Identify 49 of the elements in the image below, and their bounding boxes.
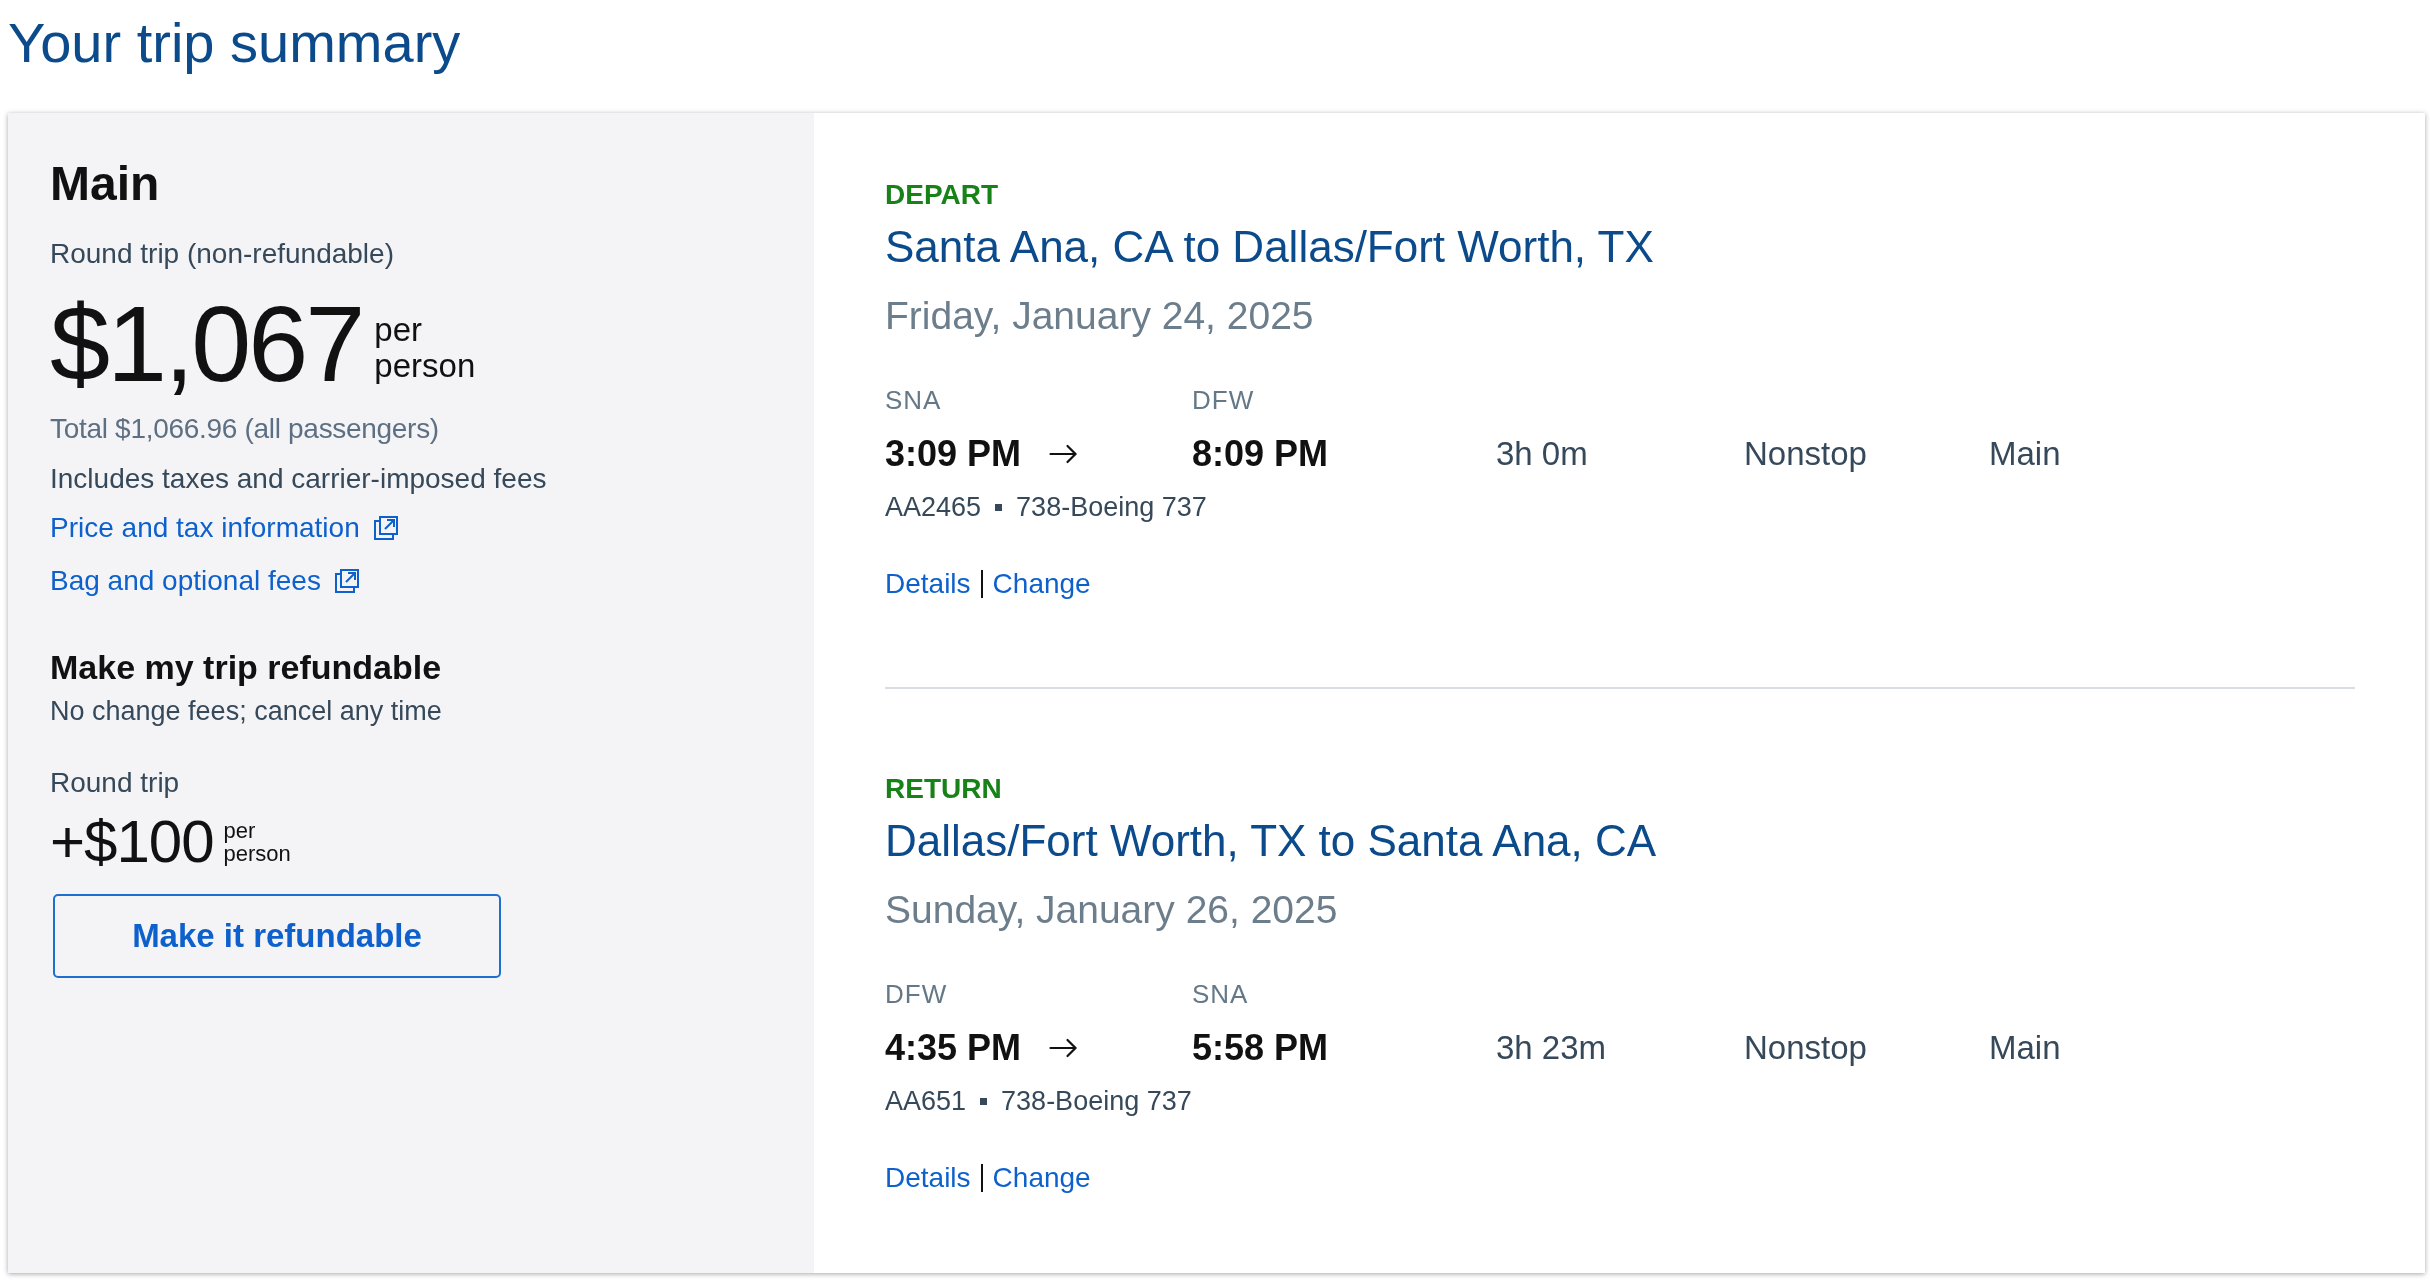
refund-price: +$100 (50, 809, 214, 875)
flight-link[interactable]: Change (992, 566, 1091, 602)
arrow-right-icon (1049, 444, 1079, 464)
aircraft-type: 738-Boeing 737 (1016, 491, 1207, 524)
destination-airport-code: DFW (1192, 384, 1256, 416)
departure-time: 4:35 PM (885, 1026, 1022, 1070)
flight-date: Friday, January 24, 2025 (885, 293, 1315, 339)
flight-number: AA651 (885, 1085, 967, 1118)
arrival-time: 5:58 PM (1192, 1027, 1329, 1068)
flight-route-title: Dallas/Fort Worth, TX to Santa Ana, CA (885, 815, 1658, 867)
flight-link[interactable]: Change (992, 1160, 1091, 1196)
page-title: Your trip summary (8, 10, 461, 76)
fare-total: Total $1,066.96 (all passengers) (50, 412, 439, 446)
origin-airport-code: SNA (885, 384, 943, 416)
info-link[interactable]: Price and tax information (50, 510, 399, 546)
flight-number: AA2465 (885, 491, 982, 524)
arrival-time: 8:09 PM (1192, 433, 1329, 474)
flight-link[interactable]: Details (885, 1160, 971, 1196)
external-link-icon (333, 568, 360, 594)
flight-direction-label: RETURN (885, 772, 1002, 806)
refund-offer-title: Make my trip refundable (50, 647, 442, 688)
make-refundable-button[interactable]: Make it refundable (53, 894, 501, 978)
flight-cabin: Main (1989, 435, 2061, 472)
refund-trip-type: Round trip (50, 766, 180, 800)
flight-cabin: Main (1989, 1029, 2061, 1066)
info-link[interactable]: Bag and optional fees (50, 563, 360, 599)
flight-duration: 3h 23m (1496, 1029, 1607, 1066)
fees-note: Includes taxes and carrier-imposed fees (50, 462, 547, 496)
external-link-icon (372, 515, 399, 541)
flight-direction-label: DEPART (885, 178, 999, 212)
departure-time: 3:09 PM (885, 432, 1022, 476)
fare-type: Round trip (non-refundable) (50, 237, 394, 271)
fare-price: $1,067 (50, 290, 363, 398)
arrow-right-icon (1049, 1038, 1079, 1058)
refund-offer-subtitle: No change fees; cancel any time (50, 695, 442, 728)
aircraft-type: 738-Boeing 737 (1001, 1085, 1192, 1118)
flight-date: Sunday, January 26, 2025 (885, 887, 1339, 933)
destination-airport-code: SNA (1192, 978, 1250, 1010)
square-bullet-icon (995, 503, 1003, 511)
flight-duration: 3h 0m (1496, 435, 1588, 472)
flight-stops: Nonstop (1744, 1029, 1867, 1066)
square-bullet-icon (980, 1097, 988, 1105)
cabin-title: Main (50, 156, 160, 212)
price-unit: per person (374, 312, 476, 384)
price-unit: per person (223, 819, 291, 865)
origin-airport-code: DFW (885, 978, 949, 1010)
flight-route-title: Santa Ana, CA to Dallas/Fort Worth, TX (885, 221, 1655, 273)
flight-stops: Nonstop (1744, 435, 1867, 472)
flight-link[interactable]: Details (885, 566, 971, 602)
